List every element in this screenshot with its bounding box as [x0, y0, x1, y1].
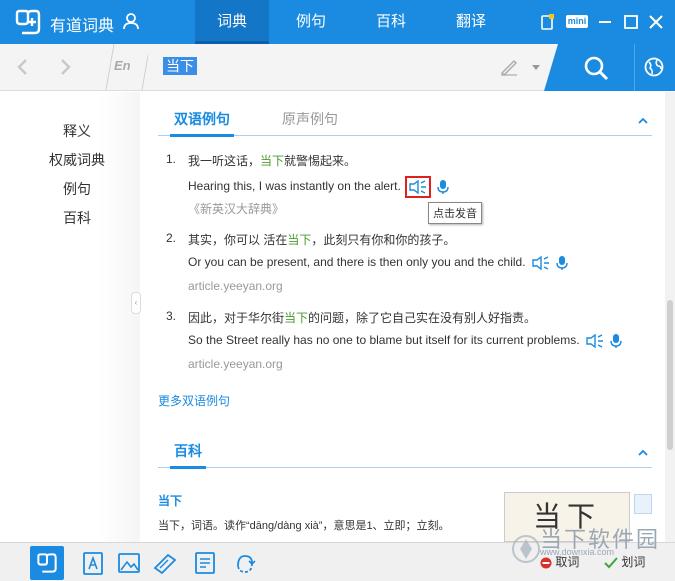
minimize-icon[interactable]	[594, 11, 616, 33]
example-number: 2.	[166, 231, 177, 245]
examples-section-header: 双语例句 原声例句	[158, 108, 652, 137]
main-content: 双语例句 原声例句 1. 我一听这话，当下就警惕起来。 Hearing this…	[140, 92, 665, 542]
speaker-highlight-box	[404, 176, 431, 198]
example-source: article.yeeyan.org	[188, 357, 283, 371]
title-bar: 有道词典 词典 例句 百科 翻译 mini	[0, 0, 675, 44]
app-title: 有道词典	[50, 18, 115, 35]
example-chinese: 因此，对于华尔街当下的问题，除了它自己实在没有别人好指责。	[188, 309, 536, 326]
search-button[interactable]	[544, 44, 634, 91]
example-cn-text: 的问题，除了它自己实在没有别人好指责。	[308, 311, 537, 325]
example-number: 1.	[166, 152, 177, 166]
example-english: Hearing this, I was instantly on the ale…	[188, 176, 449, 198]
collapse-section-icon[interactable]	[638, 448, 648, 458]
scrollbar-thumb[interactable]	[667, 300, 673, 450]
watermark-url: www.downxia.com	[540, 547, 615, 557]
baike-description: 当下，词语。读作“dāng/dàng xià”，意思是1、立即；立刻。	[158, 520, 450, 532]
example-source: article.yeeyan.org	[188, 279, 283, 293]
microphone-icon[interactable]	[555, 255, 568, 271]
tab-baike[interactable]: 百科	[354, 0, 428, 44]
tab-examples[interactable]: 例句	[274, 0, 348, 44]
tab-translate[interactable]: 翻译	[434, 0, 508, 44]
example-number: 3.	[166, 309, 177, 323]
sidebar-item-baike[interactable]: 百科	[20, 208, 134, 228]
example-cn-highlight: 当下	[284, 311, 309, 325]
example-en-text: Hearing this, I was instantly on the ale…	[188, 179, 401, 194]
baike-image-toggle[interactable]	[634, 494, 652, 514]
example-chinese: 其实，你可以 活在当下，此刻只有你和你的孩子。	[188, 231, 455, 248]
baike-term[interactable]: 当下	[158, 492, 182, 509]
sidebar-item-authority-dict[interactable]: 权威词典	[20, 150, 134, 170]
example-chinese: 我一听这话，当下就警惕起来。	[188, 152, 356, 169]
handwriting-icon[interactable]	[499, 57, 519, 77]
search-input[interactable]	[155, 50, 555, 84]
microphone-icon[interactable]	[437, 179, 449, 195]
example-en-text: So the Street really has no one to blame…	[188, 333, 580, 348]
wordbook-icon[interactable]	[76, 546, 110, 580]
globe-button[interactable]	[634, 44, 675, 91]
sidebar-item-examples[interactable]: 例句	[20, 179, 134, 199]
user-icon[interactable]	[122, 12, 140, 30]
forward-arrow-icon[interactable]	[54, 56, 76, 78]
dictionary-tool-button[interactable]	[30, 546, 64, 580]
maximize-icon[interactable]	[620, 11, 642, 33]
search-icon	[584, 56, 609, 81]
mini-mode-button[interactable]: mini	[566, 15, 588, 28]
speaker-icon[interactable]	[409, 179, 427, 195]
example-cn-highlight: 当下	[287, 233, 312, 247]
tab-bilingual-examples[interactable]: 双语例句	[170, 108, 234, 137]
speaker-icon[interactable]	[531, 256, 550, 270]
example-cn-text: ，此刻只有你和你的孩子。	[311, 233, 456, 247]
close-icon[interactable]	[645, 11, 667, 33]
tab-dictionary[interactable]: 词典	[195, 0, 269, 44]
more-examples-link[interactable]: 更多双语例句	[158, 392, 230, 409]
sidebar: 释义 权威词典 例句 百科	[0, 92, 140, 542]
example-cn-text: 就警惕起来。	[284, 154, 357, 168]
youdao-logo-icon	[15, 9, 41, 35]
example-english: So the Street really has no one to blame…	[188, 333, 622, 349]
example-cn-highlight: 当下	[260, 154, 285, 168]
note-icon[interactable]	[536, 11, 558, 33]
example-cn-text: 因此，对于华尔街	[188, 311, 285, 325]
sidebar-item-definition[interactable]: 释义	[20, 121, 134, 141]
search-query-text[interactable]: 当下	[163, 57, 197, 75]
globe-icon	[644, 57, 664, 77]
example-english: Or you can be present, and there is then…	[188, 255, 568, 271]
youdao-logo-icon	[37, 553, 57, 573]
flashcard-icon[interactable]	[148, 546, 182, 580]
microphone-icon[interactable]	[609, 333, 622, 349]
tab-audio-examples[interactable]: 原声例句	[282, 108, 338, 136]
speaker-icon[interactable]	[585, 334, 604, 348]
baike-section-title: 百科	[170, 440, 206, 469]
tooltip: 点击发音	[428, 202, 482, 224]
example-cn-text: 我一听这话，	[188, 154, 261, 168]
example-source: 《新英汉大辞典》	[188, 202, 285, 216]
image-translate-icon[interactable]	[112, 546, 146, 580]
baike-section-header: 百科	[158, 440, 652, 469]
back-arrow-icon[interactable]	[12, 56, 34, 78]
example-cn-text: 其实，你可以 活在	[188, 233, 288, 247]
dropdown-arrow-icon[interactable]	[532, 65, 540, 70]
sync-icon[interactable]	[228, 546, 262, 580]
example-en-text: Or you can be present, and there is then…	[188, 255, 526, 270]
language-selector[interactable]: En	[114, 58, 131, 73]
translate-tool-icon[interactable]	[188, 546, 222, 580]
collapse-section-icon[interactable]	[638, 116, 648, 126]
